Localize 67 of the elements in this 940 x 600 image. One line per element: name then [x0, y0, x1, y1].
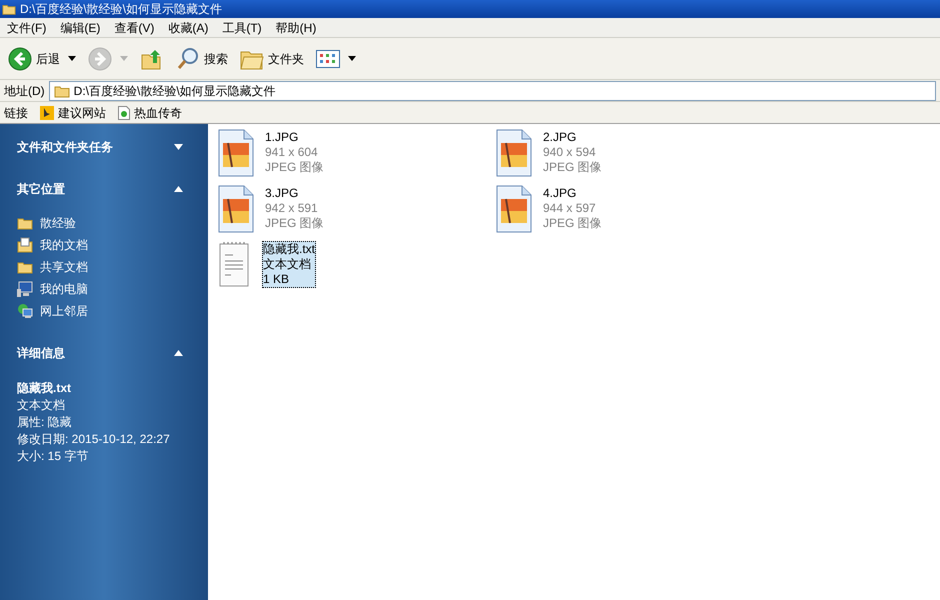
- file-item[interactable]: 4.JPG 944 x 597 JPEG 图像: [496, 185, 774, 233]
- file-name: 2.JPG: [543, 130, 578, 145]
- section-title: 文件和文件夹任务: [17, 139, 113, 156]
- image-file-icon: [218, 185, 254, 233]
- file-info: 940 x 594: [543, 145, 597, 160]
- file-type: JPEG 图像: [265, 216, 324, 231]
- page-icon: [118, 106, 130, 120]
- views-button[interactable]: [316, 50, 356, 68]
- back-button[interactable]: 后退: [8, 46, 76, 70]
- folder-icon: [2, 2, 16, 16]
- file-item[interactable]: 1.JPG 941 x 604 JPEG 图像: [218, 129, 496, 177]
- file-name: 3.JPG: [265, 186, 300, 201]
- file-name: 隐藏我.txt: [17, 380, 72, 397]
- expand-arrow-icon[interactable]: [174, 144, 183, 150]
- menu-item[interactable]: 帮助(H): [268, 18, 324, 36]
- file-type: JPEG 图像: [265, 160, 324, 175]
- folders-button[interactable]: 文件夹: [240, 48, 304, 70]
- menu-item[interactable]: 工具(T): [215, 18, 269, 36]
- bing-logo-icon: [40, 106, 54, 120]
- documents-folder-icon: [17, 237, 33, 253]
- image-file-icon: [496, 129, 532, 177]
- menu-item[interactable]: 查看(V): [107, 18, 162, 36]
- computer-icon: [17, 281, 33, 297]
- menu-item[interactable]: 收藏(A): [161, 18, 216, 36]
- search-button[interactable]: 搜索: [176, 46, 228, 70]
- place-link[interactable]: 散经验: [17, 214, 191, 232]
- network-computer-icon: [17, 303, 33, 319]
- menu-item[interactable]: 编辑(E): [53, 18, 108, 36]
- collapse-arrow-icon[interactable]: [174, 186, 183, 192]
- window-title: D:\百度经验\散经验\如何显示隐藏文件: [20, 3, 222, 15]
- file-type: JPEG 图像: [543, 160, 602, 175]
- file-type: 1 KB: [263, 272, 290, 287]
- file-name: 4.JPG: [543, 186, 578, 201]
- detail-text: 文本文档: [17, 397, 66, 414]
- address-label: 地址(D): [4, 82, 45, 100]
- file-item[interactable]: 3.JPG 942 x 591 JPEG 图像: [218, 185, 496, 233]
- links-label: 链接: [4, 104, 28, 122]
- file-type: JPEG 图像: [543, 216, 602, 231]
- file-item[interactable]: 2.JPG 940 x 594 JPEG 图像: [496, 129, 774, 177]
- dropdown-caret-icon: [120, 56, 128, 61]
- section-title: 其它位置: [17, 181, 65, 198]
- file-info: 941 x 604: [265, 145, 319, 160]
- detail-text: 属性: 隐藏: [17, 414, 73, 431]
- search-icon: [176, 46, 200, 70]
- image-file-icon: [496, 185, 532, 233]
- address-field[interactable]: D:\百度经验\散经验\如何显示隐藏文件: [48, 80, 936, 100]
- place-link[interactable]: 网上邻居: [17, 302, 191, 320]
- dropdown-caret-icon: [348, 56, 356, 61]
- link-item[interactable]: 热血传奇: [118, 104, 182, 122]
- file-info: 文本文档: [263, 257, 312, 272]
- menu-item[interactable]: 文件(F): [0, 18, 54, 36]
- file-name: 隐藏我.txt: [263, 242, 316, 257]
- dropdown-caret-icon: [68, 56, 76, 61]
- section-title: 详细信息: [17, 345, 65, 362]
- file-info: 942 x 591: [265, 201, 319, 216]
- detail-text: 修改日期: 2015-10-12, 22:27: [17, 431, 171, 448]
- views-grid-icon: [316, 50, 340, 68]
- file-item[interactable]: 隐藏我.txt 文本文档 1 KB: [218, 241, 496, 289]
- collapse-arrow-icon[interactable]: [174, 350, 183, 356]
- place-link[interactable]: 我的文档: [17, 236, 191, 254]
- detail-text: 大小: 15 字节: [17, 448, 90, 465]
- image-file-icon: [218, 129, 254, 177]
- link-item[interactable]: 建议网站: [40, 104, 106, 122]
- place-link[interactable]: 我的电脑: [17, 280, 191, 298]
- file-info: 944 x 597: [543, 201, 597, 216]
- file-name: 1.JPG: [265, 130, 300, 145]
- place-link[interactable]: 共享文档: [17, 258, 191, 276]
